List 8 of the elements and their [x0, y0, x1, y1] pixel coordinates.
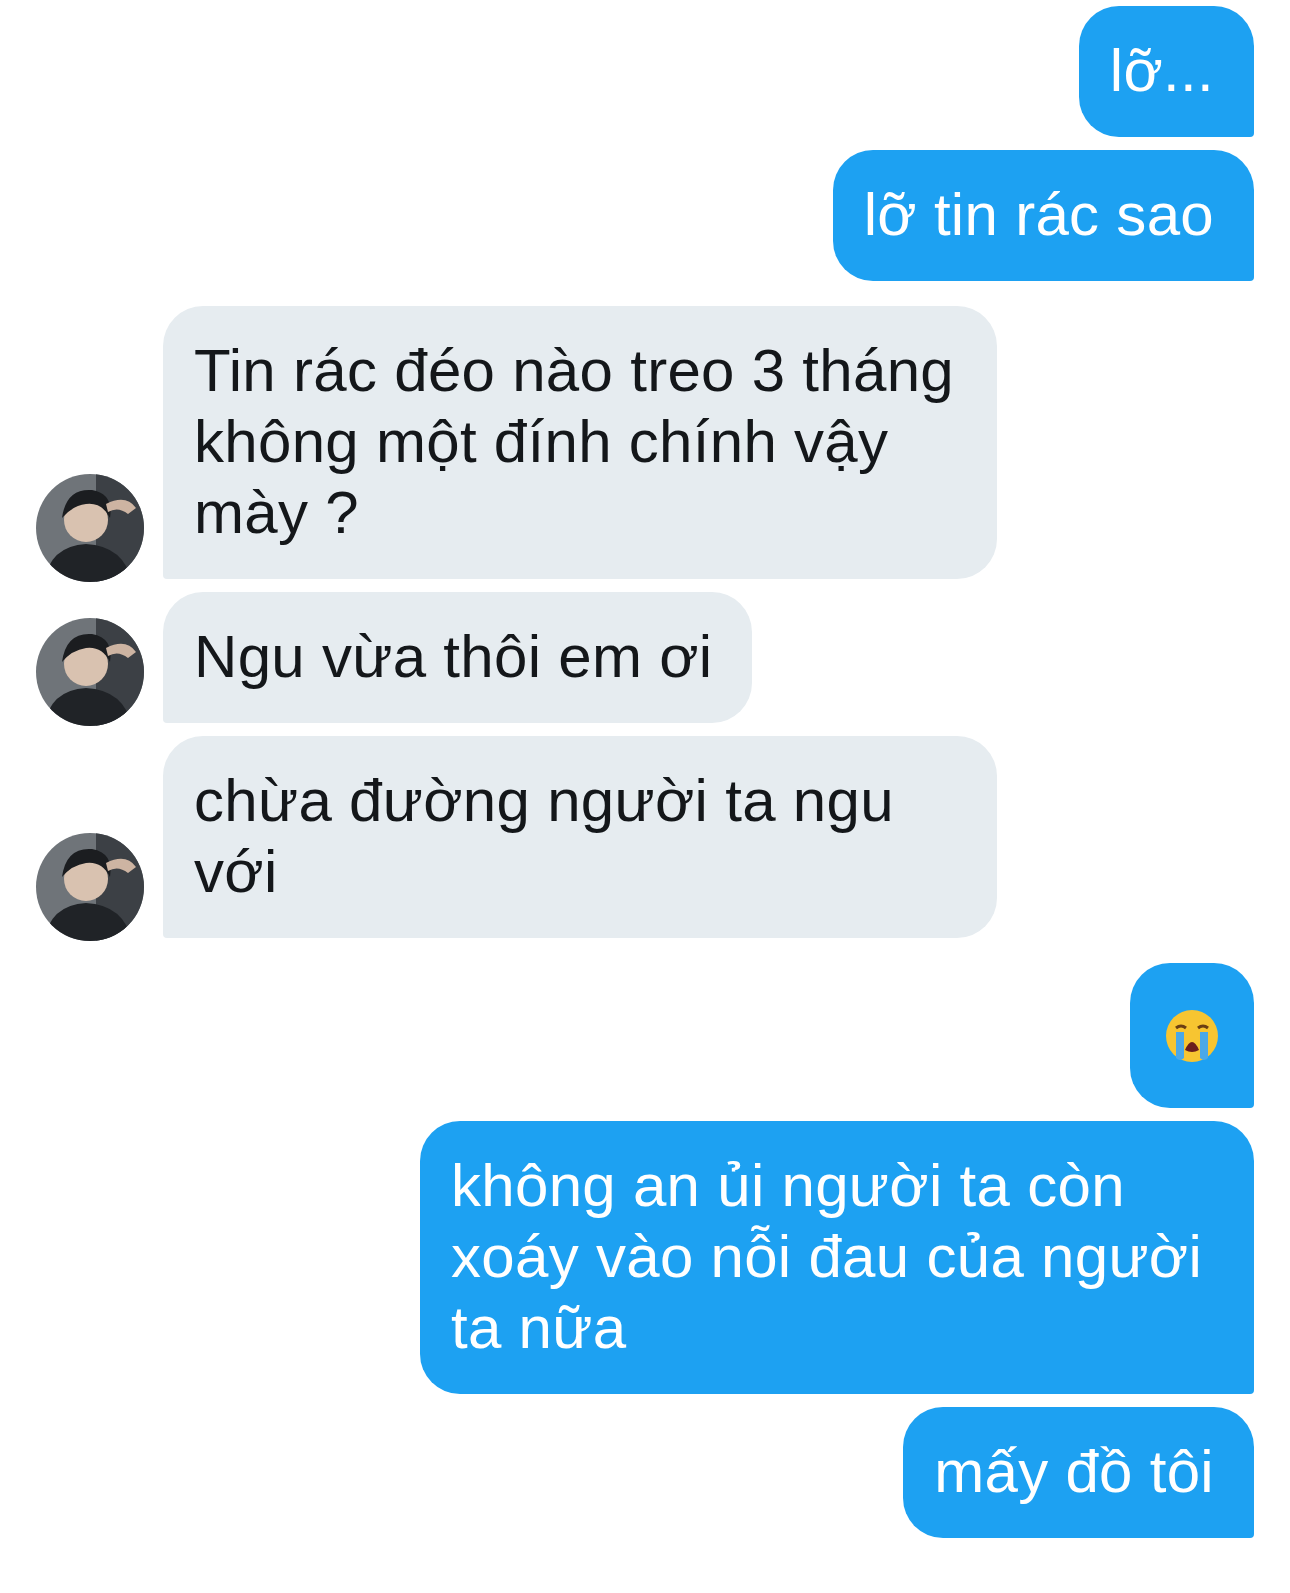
crying-face-icon	[1164, 1007, 1220, 1064]
sent-message: lỡ tin rác sao	[832, 150, 1254, 281]
received-message: chừa đường người ta ngu với	[163, 736, 997, 938]
received-message: Ngu vừa thôi em ơi	[163, 592, 753, 723]
sent-message: mấy đồ tôi	[903, 1407, 1254, 1538]
sent-message: không an ủi người ta còn xoáy vào nỗi đau của người ta nữa	[420, 1121, 1254, 1394]
sent-message: lỡ...	[1078, 6, 1254, 137]
received-message: Tin rác đéo nào treo 3 tháng không một đính chính vậy mày ?	[163, 306, 997, 579]
